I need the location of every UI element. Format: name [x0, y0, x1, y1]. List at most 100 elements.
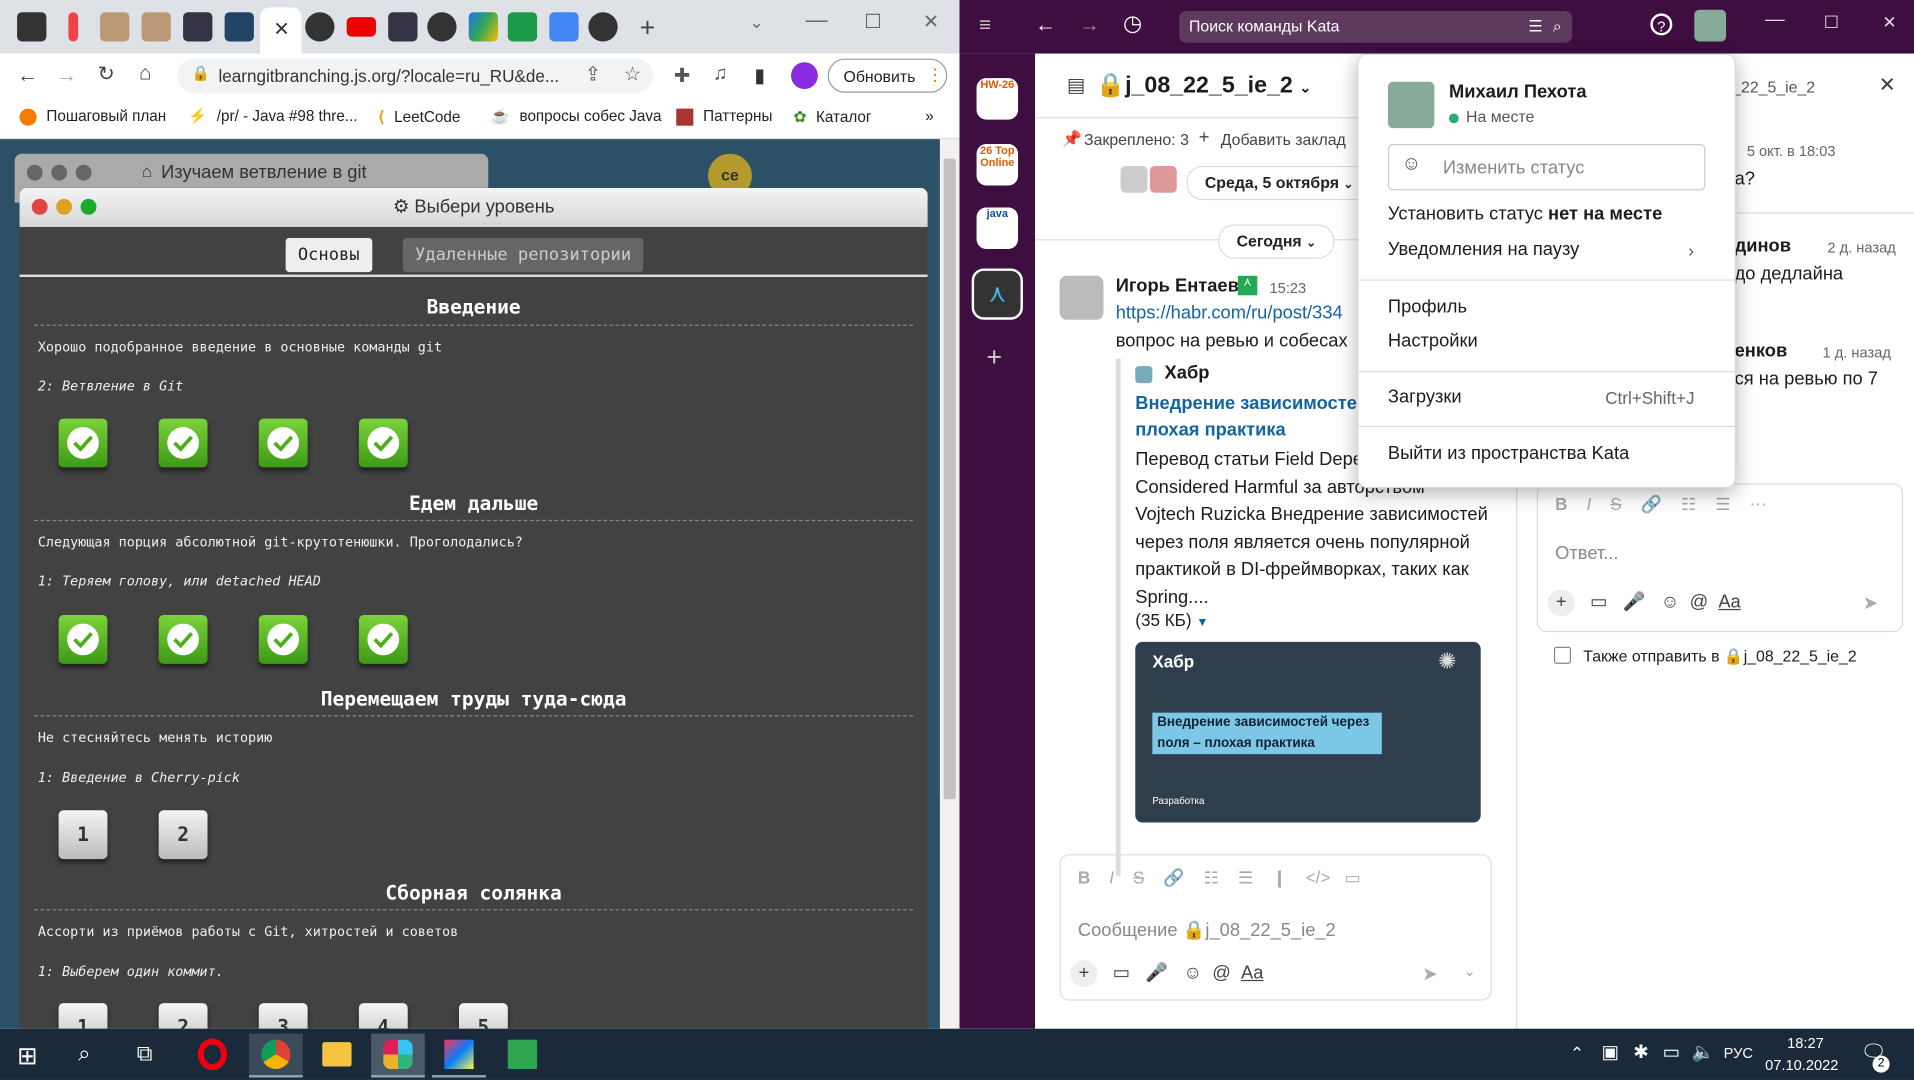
chevron-up-icon[interactable]: ⌃: [1570, 1043, 1584, 1064]
bold-icon[interactable]: B: [1555, 494, 1567, 514]
plus-icon[interactable]: +: [1547, 589, 1575, 617]
today-chip[interactable]: Сегодня ⌄: [1218, 224, 1335, 259]
reply-composer[interactable]: B I S 🔗 ☷ ☰ ⋯ Ответ... + ▭ 🎤 ☺ @ Aa ➤: [1536, 483, 1904, 633]
close-window-icon[interactable]: ✕: [923, 10, 939, 34]
also-send-checkbox[interactable]: [1553, 646, 1572, 664]
mic-icon[interactable]: 🎤: [1145, 963, 1168, 984]
docs-icon[interactable]: [549, 12, 579, 42]
level-button[interactable]: [58, 418, 108, 468]
chevron-down-icon[interactable]: ⌄: [1464, 963, 1476, 980]
windows-start-icon[interactable]: ⊞: [17, 1041, 37, 1072]
text-format-icon[interactable]: Aa: [1241, 963, 1263, 984]
filter-icon[interactable]: ☰: [1528, 11, 1542, 43]
link-icon[interactable]: 🔗: [1163, 868, 1184, 888]
chevron-down-icon[interactable]: ⌄: [750, 12, 764, 33]
level-button[interactable]: [358, 418, 408, 468]
tab-basics[interactable]: Основы: [285, 237, 372, 273]
chrome-icon[interactable]: [249, 1033, 303, 1078]
history-icon[interactable]: ◷: [1123, 11, 1142, 37]
back-icon[interactable]: ←: [1035, 13, 1056, 37]
message-time[interactable]: 2 д. назад: [1827, 239, 1895, 256]
scrollbar-thumb[interactable]: [943, 158, 956, 800]
video-icon[interactable]: ▭: [1590, 592, 1607, 613]
forward-icon[interactable]: →: [1079, 13, 1100, 37]
message-link[interactable]: https://habr.com/ru/post/334: [1116, 303, 1343, 324]
github-icon[interactable]: [427, 12, 457, 42]
search-icon[interactable]: ⌕: [78, 1041, 90, 1067]
more-icon[interactable]: ⋯: [1750, 494, 1767, 514]
address-bar[interactable]: 🔒 learngitbranching.js.org/?locale=ru_RU…: [177, 58, 654, 93]
active-tab[interactable]: ✕: [260, 7, 302, 54]
torrent-icon[interactable]: [496, 1034, 550, 1075]
preview-title[interactable]: Внедрение зависимостей плохая практика: [1135, 390, 1379, 444]
menu-set-away[interactable]: Установить статус нет на месте: [1388, 204, 1662, 225]
tab-favicon[interactable]: [17, 12, 47, 42]
level-button[interactable]: 3: [258, 1003, 308, 1029]
youtube-icon[interactable]: [346, 17, 376, 37]
thread-channel[interactable]: _22_5_ie_2: [1732, 78, 1815, 96]
task-view-icon[interactable]: ⧉: [137, 1041, 153, 1067]
close-window-icon[interactable]: ✕: [1882, 12, 1896, 33]
send-icon[interactable]: ➤: [1863, 592, 1878, 614]
italic-icon[interactable]: I: [1109, 868, 1114, 888]
quote-icon[interactable]: ❙: [1272, 868, 1286, 888]
level-button[interactable]: [358, 615, 408, 664]
text-format-icon[interactable]: Aa: [1718, 592, 1740, 613]
extensions-icon[interactable]: ✚: [674, 63, 690, 87]
hamburger-icon[interactable]: ≡: [979, 13, 991, 37]
mic-icon[interactable]: 🎤: [1623, 592, 1646, 613]
home-icon[interactable]: ⌂: [139, 61, 152, 85]
status-input[interactable]: ☺ Изменить статус: [1387, 143, 1706, 191]
channel-title[interactable]: 🔒j_08_22_5_ie_2 ⌄: [1096, 71, 1311, 100]
mention-icon[interactable]: @: [1690, 592, 1709, 613]
bullet-list-icon[interactable]: ☰: [1238, 868, 1253, 888]
level-button[interactable]: [158, 615, 208, 664]
minimize-icon[interactable]: —: [806, 7, 828, 33]
share-icon[interactable]: ⇪: [585, 62, 601, 86]
emoji-icon[interactable]: ☺: [1183, 963, 1202, 984]
tab-favicon[interactable]: [183, 12, 213, 42]
drive-icon[interactable]: [468, 12, 499, 42]
mention-icon[interactable]: @: [1212, 963, 1231, 984]
search-input[interactable]: Поиск команды Kata ☰ ⌕: [1179, 10, 1573, 43]
level-button[interactable]: [158, 418, 208, 468]
workspace-icon[interactable]: java: [976, 207, 1019, 249]
bookmark-item[interactable]: ☕ вопросы собес Java: [491, 107, 662, 125]
forward-icon[interactable]: →: [56, 63, 77, 87]
code-icon[interactable]: </>: [1306, 868, 1331, 888]
tab-favicon[interactable]: [388, 12, 418, 42]
video-icon[interactable]: ▭: [1113, 963, 1130, 984]
menu-pause-notifications[interactable]: Уведомления на паузу: [1388, 239, 1579, 260]
window-max-dot[interactable]: [80, 198, 97, 215]
bullet-list-icon[interactable]: ☰: [1715, 494, 1730, 514]
volume-icon[interactable]: 🔈: [1692, 1041, 1715, 1063]
also-send-label[interactable]: Также отправить в 🔒j_08_22_5_ie_2: [1583, 647, 1856, 667]
strike-icon[interactable]: S: [1133, 868, 1144, 888]
workspace-icon[interactable]: HW-26: [976, 78, 1019, 120]
back-icon[interactable]: ←: [17, 63, 38, 87]
minimize-icon[interactable]: —: [1765, 10, 1785, 32]
reply-author[interactable]: енков: [1735, 340, 1788, 361]
more-bookmarks-icon[interactable]: »: [925, 107, 933, 124]
window-close-dot[interactable]: [31, 198, 48, 215]
add-workspace-icon[interactable]: +: [986, 342, 1002, 374]
sheets-icon[interactable]: [507, 12, 538, 42]
tab-remote[interactable]: Удаленные репозитории: [402, 237, 644, 273]
file-explorer-icon[interactable]: [310, 1034, 364, 1075]
clock-date[interactable]: 07.10.2022: [1765, 1057, 1838, 1074]
level-button[interactable]: 1: [58, 1003, 108, 1029]
tab-favicon[interactable]: [100, 12, 130, 42]
menu-downloads[interactable]: Загрузки: [1388, 387, 1462, 408]
strike-icon[interactable]: S: [1610, 494, 1621, 514]
code-block-icon[interactable]: ▭: [1345, 868, 1361, 888]
ordered-list-icon[interactable]: ☷: [1681, 494, 1696, 514]
reload-icon[interactable]: ↻: [98, 62, 115, 86]
menu-settings[interactable]: Настройки: [1388, 331, 1478, 352]
author-avatar[interactable]: [1059, 275, 1104, 320]
level-button[interactable]: 5: [458, 1003, 508, 1029]
add-bookmark[interactable]: Добавить заклад: [1221, 131, 1346, 149]
slack-icon[interactable]: [371, 1033, 425, 1078]
monitor-icon[interactable]: ▭: [1663, 1041, 1680, 1063]
level-button[interactable]: 2: [158, 810, 208, 860]
github-icon[interactable]: [305, 12, 335, 42]
